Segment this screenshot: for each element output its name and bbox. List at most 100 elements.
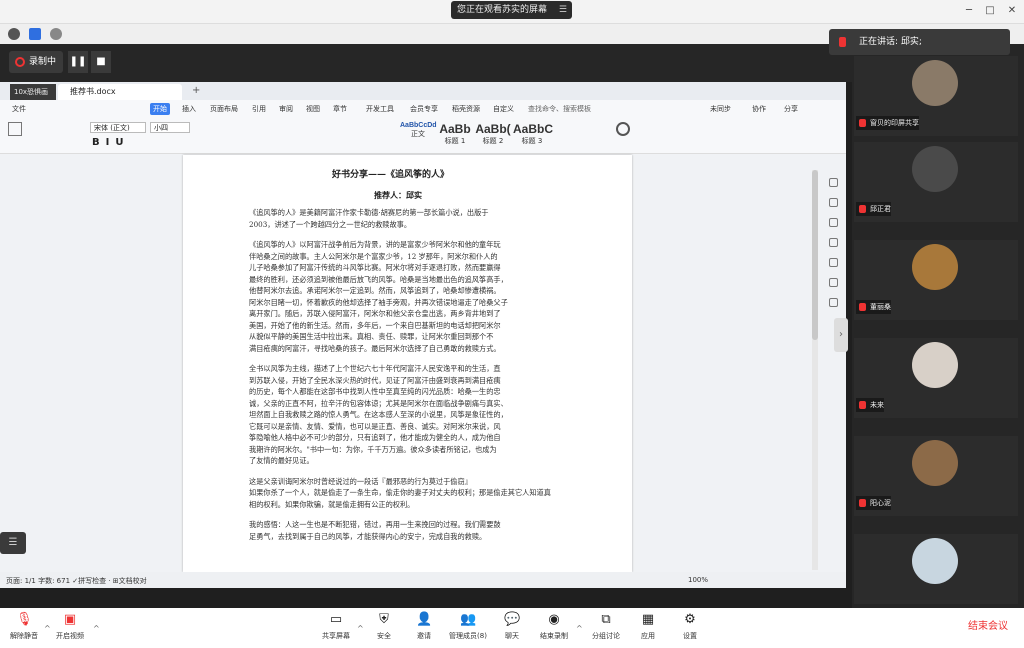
menu-file[interactable]: 文件 [12,104,26,114]
menu-review[interactable]: 审阅 [279,104,293,114]
settings-button[interactable]: ⚙ 设置 [668,612,712,641]
zoom-level[interactable]: 100% [688,576,708,584]
menu-page-layout[interactable]: 页面布局 [210,104,238,114]
document-tab[interactable]: 推荐书.docx [58,84,182,100]
doc-line: 我期许的阿米尔。"书中一句：为你，千千万万遍。彼众多读者所铭记，也成为 [249,444,497,454]
doc-line: 他替阿米尔去追。承诺阿米尔一定追到。然而，风筝追到了，哈桑却惨遭横祸。 [249,286,501,295]
menu-sections[interactable]: 章节 [333,104,347,114]
format-icon[interactable] [829,238,838,247]
manage-members-button[interactable]: 👥 管理成员(8) [446,612,490,641]
collaborate-button[interactable]: 协作 [752,104,766,114]
select-icon[interactable] [829,218,838,227]
find-replace-icon[interactable] [616,122,630,136]
avatar [912,538,958,584]
doc-line: 它既可以是亲情、友情、爱情，也可以是正直、善良、诚实。对阿米尔来说，风 [249,421,501,431]
screen-share-status[interactable]: 您正在观看苏实的屏幕 ☰ [451,1,572,19]
participant-name-text: 未来 [870,401,884,409]
menu-start[interactable]: 开始 [150,103,170,115]
doc-line: 《追风筝的人》是美籍阿富汗作家卡勒德·胡赛尼的第一部长篇小说，出版于 [249,208,489,217]
style-normal[interactable]: AaBbCcDd 正文 [400,122,437,152]
doc-line: 这是父亲训诲阿米尔时曾经说过的一段话『最邪恶的行为莫过于偷窃』 [249,476,472,486]
edit-icon[interactable] [829,198,838,207]
share-doc-button[interactable]: 分享 [784,104,798,114]
doc-line: 诚，父亲的正直不阿，拉辛汗的包容体谅；尤其是阿米尔在面临战争剧痛与真实、 [249,398,508,408]
font-family-select[interactable]: 宋体 (正文) [90,122,146,133]
doc-line: 足勇气，去找到属于自己的风筝，才能获得内心的安宁，完成自我的救赎。 [249,531,487,541]
new-tab-icon[interactable]: + [192,85,200,96]
share-screen-icon: ▭ [329,612,343,627]
doc-line: 离开家门。随后，苏联入侵阿富汗，阿米尔和他父亲仓皇出逃，两乡背井地到了 [249,309,501,318]
doc-line: 我的感悟：人这一生也是不断犯错，错过，再用一生来挽回的过程。我们需要鼓 [249,520,501,529]
stop-recording-toolbar-button[interactable]: ◉ 结束录制 [532,612,576,641]
camera-off-icon: ▣ [63,612,77,627]
doc-line: 《追风筝的人》以阿富汗战争前后为背景，讲的是富家少爷阿米尔和他的童年玩 [249,240,501,249]
style-heading3[interactable]: AaBbC 标题 3 [513,122,553,152]
start-video-button[interactable]: ▣ 开启视频 [48,612,92,641]
share-status-text: 您正在观看苏实的屏幕 [457,5,548,15]
menu-developer[interactable]: 开发工具 [366,104,394,114]
expand-panel-icon[interactable]: › [834,318,848,352]
avatar [912,60,958,106]
minimize-button[interactable]: ─ [962,5,976,17]
menu-custom[interactable]: 自定义 [493,104,514,114]
participant-name: 窗贝的印屏共享 [856,116,919,130]
scroll-thumb[interactable] [812,170,818,340]
breakout-rooms-button[interactable]: ⧉ 分组讨论 [584,612,628,641]
stop-recording-button[interactable]: ■ [91,51,111,73]
apps-button[interactable]: ▦ 应用 [626,612,670,641]
mic-muted-icon [839,37,846,47]
end-meeting-button[interactable]: 结束会议 [958,618,1018,636]
share-menu-icon[interactable]: ☰ [559,1,567,19]
mic-muted-icon [859,499,866,507]
participant-name-text: 董丽桑 [870,303,891,311]
participant-name: 阳心泥 [856,496,891,510]
menu-member[interactable]: 会员专享 [410,104,438,114]
doc-author: 推荐人：邱实 [374,190,422,200]
location-icon[interactable] [829,278,838,287]
image-icon[interactable] [829,258,838,267]
unmute-button[interactable]: 🎙 解除静音 [2,612,46,641]
doc-line: 阿米尔目睹一切，怀着歉疚的他却选择了袖手旁观，并再次错误地逼走了哈桑父子 [249,297,508,307]
avatar [912,146,958,192]
menu-view[interactable]: 视图 [306,104,320,114]
info-icon[interactable] [8,28,20,40]
recording-indicator: 录制中 [9,51,63,73]
wps-status-bar: 页面: 1/1 字数: 671 ✓拼写检查 · ⊞文档校对 100% [0,572,846,588]
style-heading2[interactable]: AaBb(标题 2 [474,122,512,152]
font-size-select[interactable]: 小四 [150,122,190,133]
participant-name: 董丽桑 [856,300,891,314]
doc-line: 全书以风筝为主线，描述了上个世纪六七十年代阿富汗人民安逸平和的生活，直 [249,364,501,373]
doc-line: 的历史，每个人都能在这部书中找到人性中至真至纯的闪光品质：哈桑一生的忠 [249,387,501,396]
tool-icon-1[interactable] [829,178,838,187]
share-screen-button[interactable]: ▭ 共享屏幕 [314,612,358,641]
menu-insert[interactable]: 插入 [182,104,196,114]
format-buttons[interactable]: BIU [92,137,129,148]
security-button[interactable]: ⛨ 安全 [362,612,406,641]
chat-button[interactable]: 💬 聊天 [490,612,534,641]
doc-title: 好书分享——《追风筝的人》 [332,170,450,180]
menu-references[interactable]: 引用 [252,104,266,114]
invite-icon: 👤 [416,612,433,627]
close-button[interactable]: ✕ [1005,5,1019,17]
sync-status[interactable]: 未同步 [710,104,731,114]
help-icon[interactable] [829,298,838,307]
pause-recording-button[interactable]: ❚❚ [68,51,88,73]
doc-line: 坦然面上自我救赎之路的惊人勇气。在这本感人至深的小说里，风筝是象征性的， [249,410,508,419]
paste-icon[interactable] [8,122,22,136]
list-icon[interactable]: ☰ [0,532,26,554]
signal-icon[interactable] [50,28,62,40]
invite-button[interactable]: 👤 邀请 [402,612,446,641]
command-search[interactable]: 查找命令、搜索模板 [528,104,591,114]
video-options-icon[interactable]: ^ [93,624,100,633]
record-options-icon[interactable]: ^ [576,624,583,633]
shield-icon[interactable] [29,28,41,40]
menu-docer[interactable]: 稻壳资源 [452,104,480,114]
doc-line: 从貌似平静的美国生活中拉出来。真相、责任、赎罪，让阿米尔重回到那个不 [249,332,494,341]
doc-line: 如果你杀了一个人，就是偷走了一条生命，偷走你的妻子对丈夫的权利；那是偷走其它人知… [249,488,551,497]
tooltip: 10x恐惧画 [10,84,56,100]
style-heading1[interactable]: AaBb 标题 1 [437,122,473,152]
maximize-button[interactable]: □ [983,5,997,17]
doc-line: 筝隐喻他人格中必不可少的部分，只有追到了，他才能成为健全的人，成为他自 [249,433,501,442]
mic-muted-icon [859,205,866,213]
vertical-scrollbar[interactable] [812,170,818,570]
